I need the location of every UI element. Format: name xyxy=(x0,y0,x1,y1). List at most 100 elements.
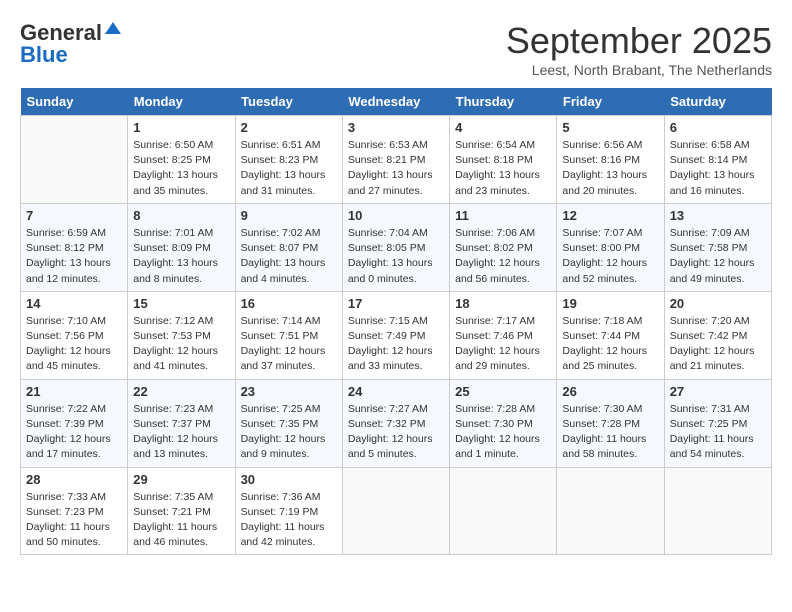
day-number: 15 xyxy=(133,296,229,311)
day-number: 30 xyxy=(241,472,337,487)
calendar-cell xyxy=(557,467,664,555)
calendar-cell: 22Sunrise: 7:23 AM Sunset: 7:37 PM Dayli… xyxy=(128,379,235,467)
calendar-cell: 25 Sunrise: 7:28 AM Sunset: 7:30 PM Dayli… xyxy=(450,379,557,467)
calendar-week-row: 14 Sunrise: 7:10 AM Sunset: 7:56 PM Dayli… xyxy=(21,291,772,379)
day-info: Sunrise: 6:59 AM Sunset: 8:12 PM Dayligh… xyxy=(26,226,122,287)
day-number: 18 xyxy=(455,296,551,311)
title-block: September 2025 Leest, North Brabant, The… xyxy=(506,20,772,78)
day-number: 27 xyxy=(670,384,766,399)
calendar-cell: 10 Sunrise: 7:04 AM Sunset: 8:05 PM Dayli… xyxy=(342,203,449,291)
day-info: Sunrise: 7:01 AM Sunset: 8:09 PM Dayligh… xyxy=(133,226,229,287)
page-header: General Blue September 2025 Leest, North… xyxy=(20,20,772,78)
day-info: Sunrise: 7:04 AM Sunset: 8:05 PM Dayligh… xyxy=(348,226,444,287)
calendar-cell: 20 Sunrise: 7:20 AM Sunset: 7:42 PM Dayli… xyxy=(664,291,771,379)
calendar-cell: 19 Sunrise: 7:18 AM Sunset: 7:44 PM Dayli… xyxy=(557,291,664,379)
calendar-cell: 30Sunrise: 7:36 AM Sunset: 7:19 PM Dayli… xyxy=(235,467,342,555)
day-number: 20 xyxy=(670,296,766,311)
day-info: Sunrise: 7:28 AM Sunset: 7:30 PM Dayligh… xyxy=(455,402,551,463)
location-subtitle: Leest, North Brabant, The Netherlands xyxy=(506,62,772,78)
calendar-cell: 5 Sunrise: 6:56 AM Sunset: 8:16 PM Daylig… xyxy=(557,116,664,204)
weekday-header: Monday xyxy=(128,88,235,116)
calendar-cell xyxy=(342,467,449,555)
day-info: Sunrise: 6:56 AM Sunset: 8:16 PM Dayligh… xyxy=(562,138,658,199)
calendar-cell: 9 Sunrise: 7:02 AM Sunset: 8:07 PM Daylig… xyxy=(235,203,342,291)
day-info: Sunrise: 7:12 AM Sunset: 7:53 PM Dayligh… xyxy=(133,314,229,375)
calendar-cell: 28Sunrise: 7:33 AM Sunset: 7:23 PM Dayli… xyxy=(21,467,128,555)
day-info: Sunrise: 7:22 AM Sunset: 7:39 PM Dayligh… xyxy=(26,402,122,463)
day-number: 6 xyxy=(670,120,766,135)
month-title: September 2025 xyxy=(506,20,772,62)
calendar-week-row: 21 Sunrise: 7:22 AM Sunset: 7:39 PM Dayli… xyxy=(21,379,772,467)
calendar-cell: 11 Sunrise: 7:06 AM Sunset: 8:02 PM Dayli… xyxy=(450,203,557,291)
day-number: 11 xyxy=(455,208,551,223)
calendar-table: SundayMondayTuesdayWednesdayThursdayFrid… xyxy=(20,88,772,555)
day-number: 3 xyxy=(348,120,444,135)
calendar-cell: 2Sunrise: 6:51 AM Sunset: 8:23 PM Daylig… xyxy=(235,116,342,204)
day-number: 26 xyxy=(562,384,658,399)
day-number: 29 xyxy=(133,472,229,487)
day-info: Sunrise: 7:14 AM Sunset: 7:51 PM Dayligh… xyxy=(241,314,337,375)
day-info: Sunrise: 7:15 AM Sunset: 7:49 PM Dayligh… xyxy=(348,314,444,375)
calendar-cell: 4Sunrise: 6:54 AM Sunset: 8:18 PM Daylig… xyxy=(450,116,557,204)
day-info: Sunrise: 7:31 AM Sunset: 7:25 PM Dayligh… xyxy=(670,402,766,463)
day-number: 25 xyxy=(455,384,551,399)
weekday-header: Saturday xyxy=(664,88,771,116)
day-info: Sunrise: 7:10 AM Sunset: 7:56 PM Dayligh… xyxy=(26,314,122,375)
calendar-week-row: 28Sunrise: 7:33 AM Sunset: 7:23 PM Dayli… xyxy=(21,467,772,555)
calendar-cell: 21 Sunrise: 7:22 AM Sunset: 7:39 PM Dayli… xyxy=(21,379,128,467)
day-info: Sunrise: 7:02 AM Sunset: 8:07 PM Dayligh… xyxy=(241,226,337,287)
day-number: 2 xyxy=(241,120,337,135)
day-info: Sunrise: 7:35 AM Sunset: 7:21 PM Dayligh… xyxy=(133,490,229,551)
weekday-header: Tuesday xyxy=(235,88,342,116)
calendar-cell: 7 Sunrise: 6:59 AM Sunset: 8:12 PM Daylig… xyxy=(21,203,128,291)
day-number: 19 xyxy=(562,296,658,311)
calendar-cell xyxy=(450,467,557,555)
calendar-cell: 1 Sunrise: 6:50 AM Sunset: 8:25 PM Daylig… xyxy=(128,116,235,204)
day-number: 1 xyxy=(133,120,229,135)
weekday-header: Sunday xyxy=(21,88,128,116)
calendar-cell: 23 Sunrise: 7:25 AM Sunset: 7:35 PM Dayli… xyxy=(235,379,342,467)
day-info: Sunrise: 7:09 AM Sunset: 7:58 PM Dayligh… xyxy=(670,226,766,287)
weekday-header: Thursday xyxy=(450,88,557,116)
day-number: 23 xyxy=(241,384,337,399)
day-info: Sunrise: 7:20 AM Sunset: 7:42 PM Dayligh… xyxy=(670,314,766,375)
day-info: Sunrise: 7:27 AM Sunset: 7:32 PM Dayligh… xyxy=(348,402,444,463)
day-info: Sunrise: 7:30 AM Sunset: 7:28 PM Dayligh… xyxy=(562,402,658,463)
day-info: Sunrise: 7:07 AM Sunset: 8:00 PM Dayligh… xyxy=(562,226,658,287)
day-number: 12 xyxy=(562,208,658,223)
day-info: Sunrise: 6:58 AM Sunset: 8:14 PM Dayligh… xyxy=(670,138,766,199)
logo: General Blue xyxy=(20,20,123,68)
calendar-cell: 24 Sunrise: 7:27 AM Sunset: 7:32 PM Dayli… xyxy=(342,379,449,467)
day-info: Sunrise: 7:33 AM Sunset: 7:23 PM Dayligh… xyxy=(26,490,122,551)
weekday-header: Wednesday xyxy=(342,88,449,116)
day-number: 7 xyxy=(26,208,122,223)
day-number: 24 xyxy=(348,384,444,399)
day-number: 10 xyxy=(348,208,444,223)
logo-icon xyxy=(103,20,123,40)
calendar-cell: 18 Sunrise: 7:17 AM Sunset: 7:46 PM Dayli… xyxy=(450,291,557,379)
day-info: Sunrise: 7:06 AM Sunset: 8:02 PM Dayligh… xyxy=(455,226,551,287)
day-number: 21 xyxy=(26,384,122,399)
day-number: 16 xyxy=(241,296,337,311)
weekday-header: Friday xyxy=(557,88,664,116)
day-number: 9 xyxy=(241,208,337,223)
day-number: 8 xyxy=(133,208,229,223)
calendar-cell: 6 Sunrise: 6:58 AM Sunset: 8:14 PM Daylig… xyxy=(664,116,771,204)
calendar-cell: 12 Sunrise: 7:07 AM Sunset: 8:00 PM Dayli… xyxy=(557,203,664,291)
calendar-cell: 26 Sunrise: 7:30 AM Sunset: 7:28 PM Dayli… xyxy=(557,379,664,467)
day-info: Sunrise: 7:18 AM Sunset: 7:44 PM Dayligh… xyxy=(562,314,658,375)
day-info: Sunrise: 7:17 AM Sunset: 7:46 PM Dayligh… xyxy=(455,314,551,375)
calendar-cell: 17 Sunrise: 7:15 AM Sunset: 7:49 PM Dayli… xyxy=(342,291,449,379)
day-number: 14 xyxy=(26,296,122,311)
weekday-header-row: SundayMondayTuesdayWednesdayThursdayFrid… xyxy=(21,88,772,116)
calendar-cell: 15 Sunrise: 7:12 AM Sunset: 7:53 PM Dayli… xyxy=(128,291,235,379)
day-info: Sunrise: 7:25 AM Sunset: 7:35 PM Dayligh… xyxy=(241,402,337,463)
calendar-cell: 16 Sunrise: 7:14 AM Sunset: 7:51 PM Dayli… xyxy=(235,291,342,379)
day-info: Sunrise: 6:54 AM Sunset: 8:18 PM Dayligh… xyxy=(455,138,551,199)
day-number: 17 xyxy=(348,296,444,311)
day-info: Sunrise: 6:50 AM Sunset: 8:25 PM Dayligh… xyxy=(133,138,229,199)
calendar-cell: 29 Sunrise: 7:35 AM Sunset: 7:21 PM Dayli… xyxy=(128,467,235,555)
calendar-cell xyxy=(664,467,771,555)
calendar-cell: 13Sunrise: 7:09 AM Sunset: 7:58 PM Dayli… xyxy=(664,203,771,291)
day-number: 5 xyxy=(562,120,658,135)
